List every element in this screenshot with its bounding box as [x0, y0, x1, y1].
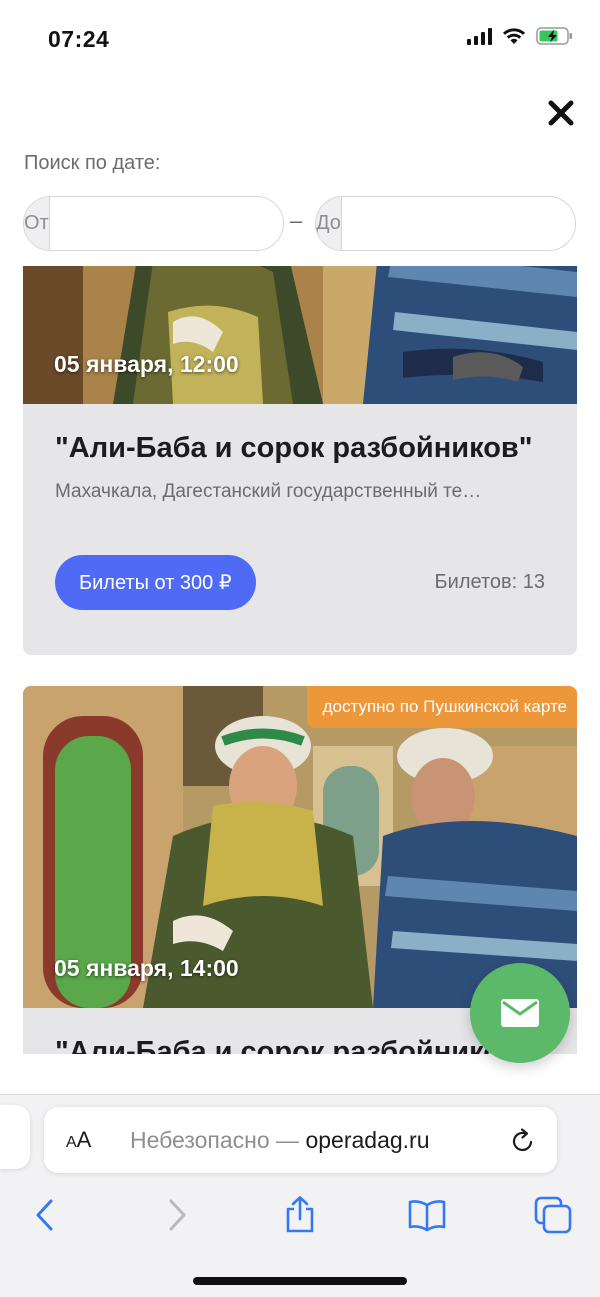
home-indicator	[193, 1277, 407, 1285]
date-to-prefix: До	[316, 197, 342, 250]
reader-settings-button[interactable]: AA	[66, 1127, 91, 1153]
event-photo[interactable]: доступно по Пушкинской карте 05 января, …	[23, 686, 577, 1008]
date-from-input[interactable]	[49, 197, 283, 250]
event-title[interactable]: "Али-Баба и сорок разбойников"	[55, 1036, 545, 1054]
event-card[interactable]: 05 января, 12:00 "Али-Баба и сорок разбо…	[23, 266, 577, 655]
screen: 07:24 Поиск по дате: От – До 05 января, …	[0, 0, 600, 1297]
browser-toolbar: AA Небезопасно — operadag.ru	[0, 1094, 600, 1297]
date-to-input[interactable]	[341, 197, 575, 250]
event-photo[interactable]: 05 января, 12:00	[23, 266, 577, 404]
event-date: 05 января, 14:00	[54, 955, 239, 981]
url-text[interactable]: Небезопасно — operadag.ru	[130, 1127, 430, 1154]
event-date: 05 января, 12:00	[54, 351, 239, 377]
reload-icon[interactable]	[509, 1127, 537, 1155]
event-venue: Махачкала, Дагестанский государственный …	[55, 481, 482, 502]
status-bar: 07:24	[0, 0, 600, 80]
previous-tab-preview[interactable]	[0, 1105, 30, 1169]
date-separator: –	[290, 208, 303, 233]
url-security-label: Небезопасно —	[130, 1127, 306, 1153]
search-label: Поиск по дате:	[24, 152, 161, 174]
forward-icon[interactable]	[156, 1195, 196, 1235]
wifi-icon	[503, 28, 525, 44]
buy-tickets-button[interactable]: Билеты от 300 ₽	[55, 555, 256, 610]
pushkin-card-badge: доступно по Пушкинской карте	[306, 686, 577, 728]
tickets-left: Билетов: 13	[434, 571, 545, 593]
close-button[interactable]	[544, 96, 578, 130]
date-to-field[interactable]: До	[315, 196, 576, 251]
event-list[interactable]: 05 января, 12:00 "Али-Баба и сорок разбо…	[0, 266, 600, 1054]
mail-icon	[501, 999, 539, 1027]
date-from-field[interactable]: От	[23, 196, 284, 251]
status-time: 07:24	[48, 26, 110, 52]
stage-scene-image	[23, 266, 577, 404]
battery-icon	[536, 27, 572, 45]
address-bar[interactable]: AA Небезопасно — operadag.ru	[44, 1107, 557, 1173]
event-title[interactable]: "Али-Баба и сорок разбойников"	[55, 432, 545, 465]
back-icon[interactable]	[26, 1195, 66, 1235]
tabs-icon[interactable]	[533, 1195, 573, 1235]
date-from-prefix: От	[24, 197, 50, 250]
url-domain: operadag.ru	[305, 1127, 430, 1153]
message-button[interactable]	[470, 963, 570, 1063]
signal-icon	[467, 27, 492, 45]
share-icon[interactable]	[280, 1195, 320, 1235]
close-icon	[548, 100, 574, 126]
status-icons	[467, 26, 574, 46]
bookmarks-icon[interactable]	[407, 1195, 447, 1235]
